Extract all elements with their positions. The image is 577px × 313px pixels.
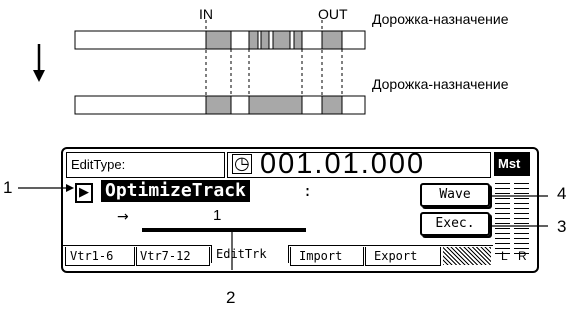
callout-4: 4	[557, 184, 567, 203]
callout-2: 2	[226, 288, 236, 307]
callout-3: 3	[557, 217, 567, 236]
callout-lines	[18, 184, 548, 270]
callout-1: 1	[3, 178, 13, 197]
